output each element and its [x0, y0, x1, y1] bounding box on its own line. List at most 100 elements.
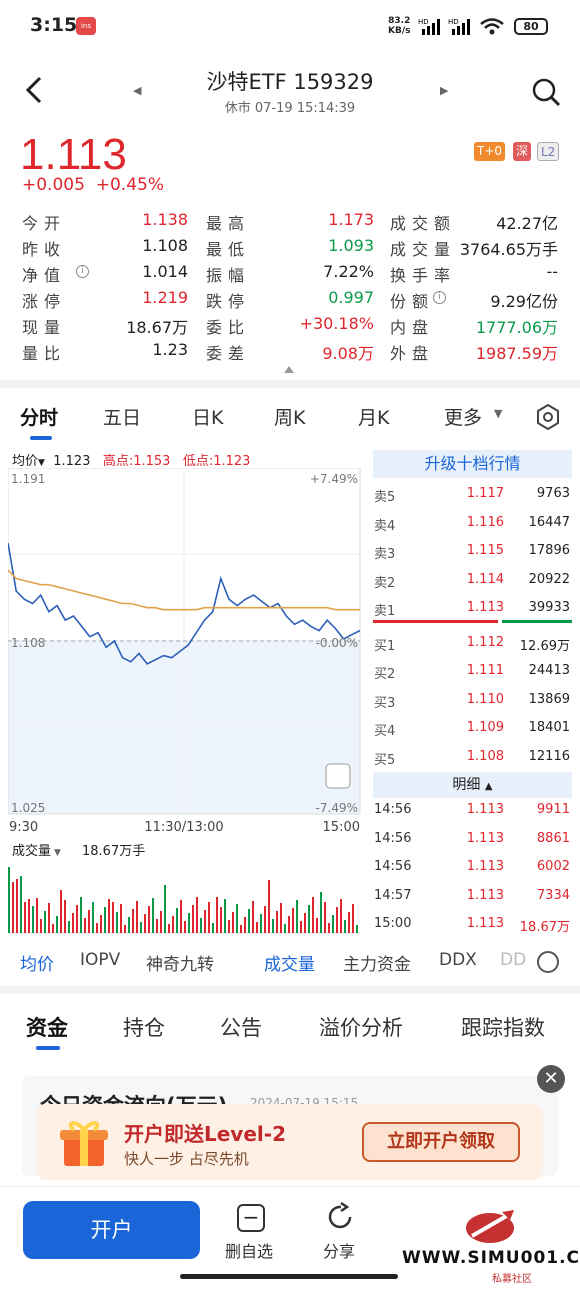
- info-tab-2[interactable]: 公告: [220, 1012, 262, 1042]
- detail-header[interactable]: 明细 ▲: [373, 772, 572, 798]
- upgrade-level10-button[interactable]: 升级十档行情: [373, 450, 572, 478]
- volume-bar: [72, 913, 74, 933]
- level-price: 1.111: [466, 663, 504, 678]
- volume-label[interactable]: 成交量: [12, 843, 51, 859]
- share-button[interactable]: 分享: [323, 1238, 355, 1262]
- app-notification-icon: ins: [76, 17, 96, 35]
- bid-bar: [502, 620, 572, 623]
- gear-icon[interactable]: [535, 404, 561, 430]
- indicator-tab-3[interactable]: 成交量: [264, 950, 315, 975]
- order-row[interactable]: 买2 1.111 24413: [373, 657, 572, 685]
- indicator-tab-2[interactable]: 神奇九转: [146, 950, 214, 975]
- chevron-down-icon[interactable]: ▼: [54, 848, 61, 858]
- stat-value: 1.093: [328, 236, 374, 255]
- volume-bar: [340, 899, 342, 933]
- volume-bar: [336, 907, 338, 933]
- avg-label[interactable]: 均价: [12, 454, 38, 469]
- order-row[interactable]: 买3 1.110 13869: [373, 686, 572, 714]
- home-indicator[interactable]: [180, 1274, 398, 1279]
- info-icon[interactable]: i: [433, 291, 446, 304]
- chevron-down-icon[interactable]: ▼: [38, 458, 45, 468]
- stat-label: 委比: [206, 318, 251, 337]
- level-label: 买5: [374, 752, 396, 768]
- stat-value: 1777.06万: [475, 318, 558, 337]
- tab-3[interactable]: 周K: [274, 403, 305, 430]
- indicator-tab-5[interactable]: DDX: [439, 950, 477, 970]
- volume-bar: [84, 918, 86, 933]
- stat-label: 最高: [206, 214, 251, 233]
- indicator-tab-4[interactable]: 主力资金: [343, 950, 411, 975]
- intraday-chart[interactable]: 1.191 1.108 1.025 +7.49% -0.00% -7.49% 9…: [8, 468, 362, 934]
- search-icon[interactable]: [530, 76, 562, 108]
- volume-bar: [304, 913, 306, 933]
- level-price: 1.117: [466, 486, 504, 501]
- level-label: 卖2: [374, 575, 396, 591]
- volume-bar: [356, 925, 358, 933]
- volume-bar: [104, 907, 106, 933]
- promo-open-button[interactable]: 立即开户领取: [362, 1122, 520, 1162]
- order-row[interactable]: 买5 1.108 12116: [373, 743, 572, 771]
- remove-watchlist-button[interactable]: 删自选: [225, 1238, 273, 1262]
- stat-value: +30.18%: [299, 314, 374, 333]
- level-price: 1.110: [466, 691, 504, 707]
- tab-2[interactable]: 日K: [192, 403, 223, 430]
- volume-bar: [112, 902, 114, 933]
- tab-0[interactable]: 分时: [20, 403, 58, 430]
- order-row[interactable]: 买1 1.112 12.69万: [373, 629, 572, 657]
- indicator-tab-0[interactable]: 均价: [20, 950, 54, 975]
- x-tick-end: 15:00: [323, 820, 360, 835]
- share-icon[interactable]: [326, 1202, 356, 1232]
- status-bar: 3:15 ins 83.2 KB/s HD HD 80: [0, 0, 580, 54]
- stat-label: 份额: [390, 292, 435, 311]
- volume-bar: [196, 897, 198, 933]
- order-row[interactable]: 卖4 1.116 16447: [373, 509, 572, 537]
- volume-bar: [12, 882, 14, 933]
- watermark-logo: [466, 1210, 514, 1243]
- tick-volume: 9911: [536, 802, 570, 817]
- close-icon[interactable]: ✕: [537, 1065, 565, 1093]
- info-tab-4[interactable]: 跟踪指数: [461, 1012, 545, 1042]
- settings-icon[interactable]: [537, 951, 559, 973]
- volume-bar: [308, 905, 310, 933]
- info-tab-1[interactable]: 持仓: [123, 1012, 165, 1042]
- t0-badge: T+0: [474, 142, 506, 161]
- tab-4[interactable]: 月K: [358, 403, 389, 430]
- info-tab-0[interactable]: 资金: [26, 1012, 68, 1042]
- volume-bar: [184, 921, 186, 933]
- order-row[interactable]: 卖1 1.113 39933: [373, 594, 572, 622]
- volume-bar: [292, 908, 294, 933]
- volume-bar: [240, 925, 242, 933]
- volume-bar: [328, 923, 330, 933]
- order-row[interactable]: 卖5 1.117 9763: [373, 480, 572, 508]
- tab-1[interactable]: 五日: [103, 403, 141, 430]
- x-tick-mid: 11:30/13:00: [144, 820, 223, 835]
- indicator-tab-6[interactable]: DD: [500, 950, 526, 970]
- network-speed: 83.2 KB/s: [388, 16, 410, 36]
- volume-bar: [192, 905, 194, 933]
- volume-bar: [8, 867, 10, 933]
- indicator-tab-1[interactable]: IOPV: [80, 950, 120, 970]
- volume-bar: [280, 903, 282, 933]
- order-row[interactable]: 买4 1.109 18401: [373, 714, 572, 742]
- info-icon[interactable]: i: [76, 265, 89, 278]
- pct-tick-top: +7.49%: [310, 472, 358, 486]
- level-price: 1.108: [466, 748, 504, 764]
- tab-5[interactable]: 更多: [444, 403, 482, 430]
- volume-bar: [284, 924, 286, 933]
- volume-bar: [60, 890, 62, 933]
- stat-value: 1.173: [328, 210, 374, 229]
- open-account-button[interactable]: 开户: [23, 1201, 200, 1259]
- level-price: 1.112: [466, 634, 504, 650]
- chevron-down-icon[interactable]: ▼: [494, 407, 502, 420]
- rotate-screen-icon[interactable]: [325, 763, 351, 789]
- level-volume: 12116: [528, 748, 570, 764]
- tick-row: 15:00 1.113 18.67万: [373, 910, 572, 938]
- order-row[interactable]: 卖3 1.115 17896: [373, 537, 572, 565]
- order-row[interactable]: 卖2 1.114 20922: [373, 566, 572, 594]
- remove-watchlist-icon[interactable]: −: [237, 1204, 265, 1232]
- next-stock-icon[interactable]: ▶: [440, 84, 448, 97]
- info-tab-3[interactable]: 溢价分析: [319, 1012, 403, 1042]
- stat-label: 今开: [22, 214, 67, 233]
- collapse-icon[interactable]: [284, 366, 294, 373]
- volume-bar: [212, 923, 214, 933]
